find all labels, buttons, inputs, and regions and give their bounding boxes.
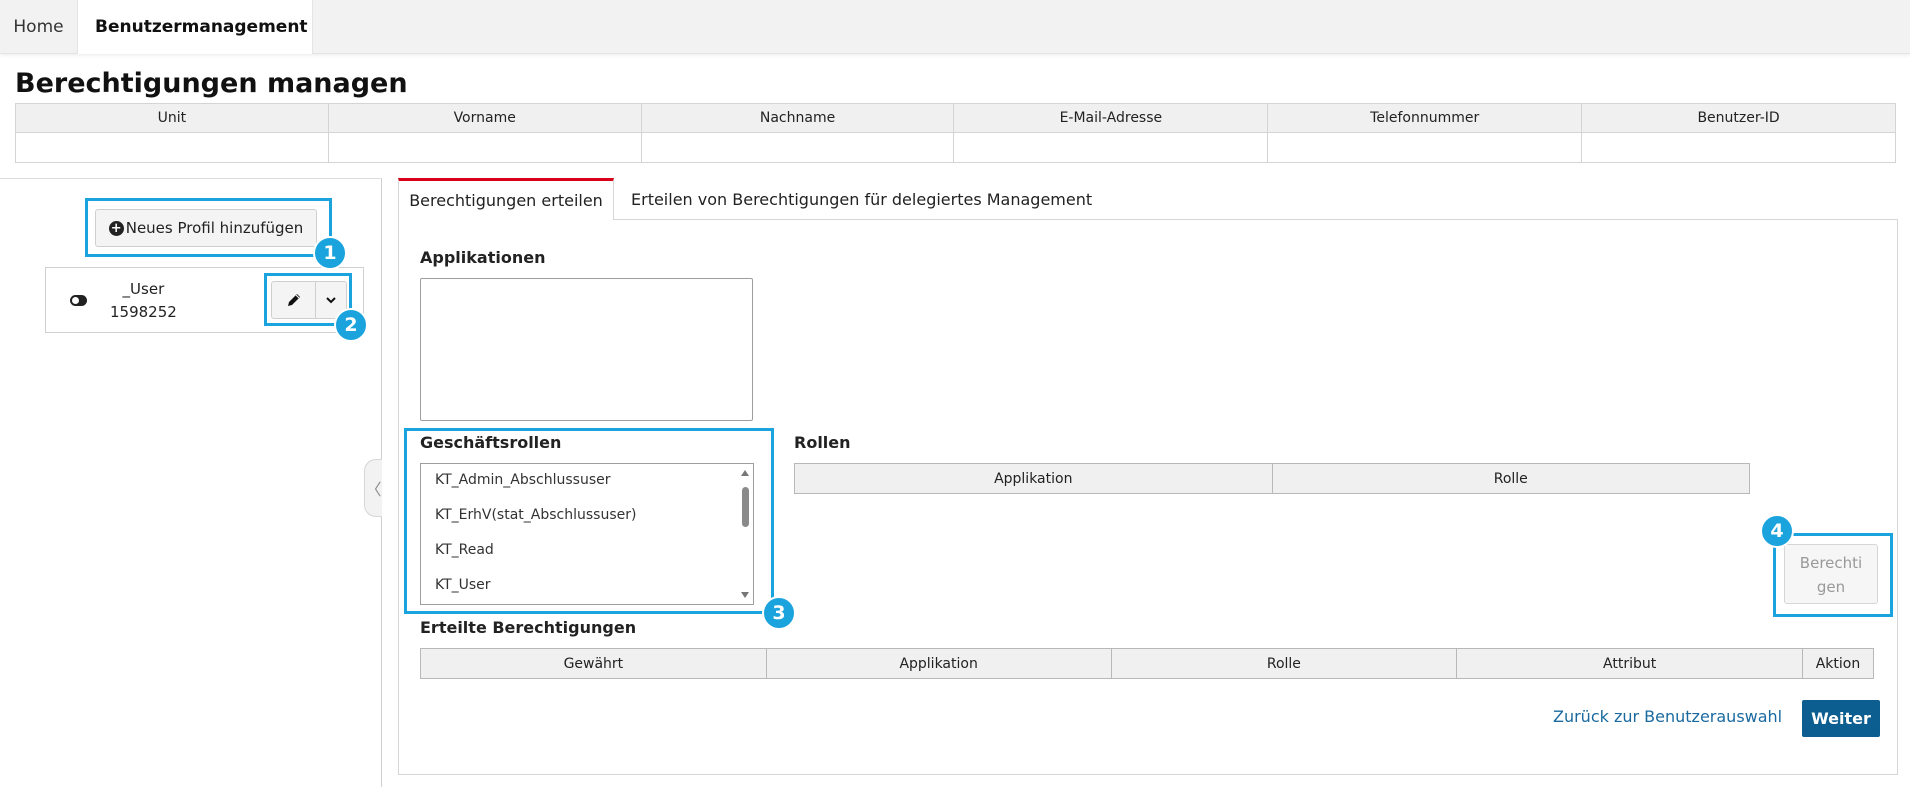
sidebar-collapse-handle[interactable]: 〈	[364, 459, 382, 517]
chevron-left-icon: 〈	[365, 480, 382, 499]
next-button[interactable]: Weiter	[1802, 700, 1880, 737]
user-info-table: Unit Vorname Nachname E-Mail-Adresse Tel…	[15, 103, 1896, 163]
top-navigation: Home Benutzermanagement	[0, 0, 1910, 54]
callout-badge-2: 2	[334, 308, 368, 342]
callout-highlight-1	[85, 198, 332, 257]
column-header-vorname: Vorname	[327, 103, 642, 133]
cell-vorname	[327, 132, 642, 163]
callout-badge-3: 3	[762, 596, 796, 630]
roles-label: Rollen	[794, 433, 851, 452]
column-header-applikation: Applikation	[765, 648, 1112, 679]
column-header-attribut: Attribut	[1456, 648, 1803, 679]
profile-name: _User 1598252	[110, 278, 177, 324]
cell-email	[953, 132, 1269, 163]
back-to-user-selection-link[interactable]: Zurück zur Benutzerauswahl	[1553, 707, 1782, 726]
active-tab-connector	[399, 219, 613, 221]
nav-benutzermanagement-menu[interactable]: Benutzermanagement	[77, 0, 313, 54]
profile-name-line2: 1598252	[110, 303, 177, 321]
nav-home-link[interactable]: Home	[0, 0, 77, 54]
profile-name-line1: _User	[122, 280, 165, 298]
column-header-benutzer-id: Benutzer-ID	[1581, 103, 1896, 133]
applications-listbox[interactable]	[420, 278, 753, 421]
column-header-unit: Unit	[15, 103, 329, 133]
nav-active-label: Benutzermanagement	[95, 17, 308, 37]
callout-highlight-3	[404, 428, 774, 614]
roles-table: Applikation Rolle	[794, 463, 1751, 494]
column-header-applikation: Applikation	[794, 463, 1273, 494]
cell-benutzer-id	[1581, 132, 1896, 163]
tab-label: Berechtigungen erteilen	[409, 191, 603, 210]
applications-label: Applikationen	[420, 248, 546, 267]
column-header-rolle: Rolle	[1110, 648, 1458, 679]
column-header-email: E-Mail-Adresse	[953, 103, 1269, 133]
column-header-aktion: Aktion	[1802, 648, 1874, 679]
toggle-icon[interactable]	[70, 295, 87, 306]
callout-badge-1: 1	[313, 236, 347, 270]
tab-delegiertes-management[interactable]: Erteilen von Berechtigungen für delegier…	[631, 178, 1092, 220]
tab-berechtigungen-erteilen[interactable]: Berechtigungen erteilen	[398, 178, 614, 220]
tab-label: Erteilen von Berechtigungen für delegier…	[631, 189, 1093, 209]
callout-badge-4: 4	[1760, 514, 1794, 548]
cell-unit	[15, 132, 329, 163]
column-header-nachname: Nachname	[640, 103, 955, 133]
cell-nachname	[640, 132, 955, 163]
callout-highlight-4	[1773, 533, 1893, 617]
granted-permissions-label: Erteilte Berechtigungen	[420, 618, 637, 637]
cell-telefon	[1267, 132, 1583, 163]
column-header-gewaehrt: Gewährt	[420, 648, 767, 679]
column-header-telefon: Telefonnummer	[1267, 103, 1583, 133]
nav-home-label: Home	[13, 17, 64, 37]
page-title: Berechtigungen managen	[15, 68, 408, 99]
column-header-rolle: Rolle	[1271, 463, 1751, 494]
granted-permissions-table: Gewährt Applikation Rolle Attribut Aktio…	[420, 648, 1874, 679]
table-row	[15, 132, 1896, 163]
